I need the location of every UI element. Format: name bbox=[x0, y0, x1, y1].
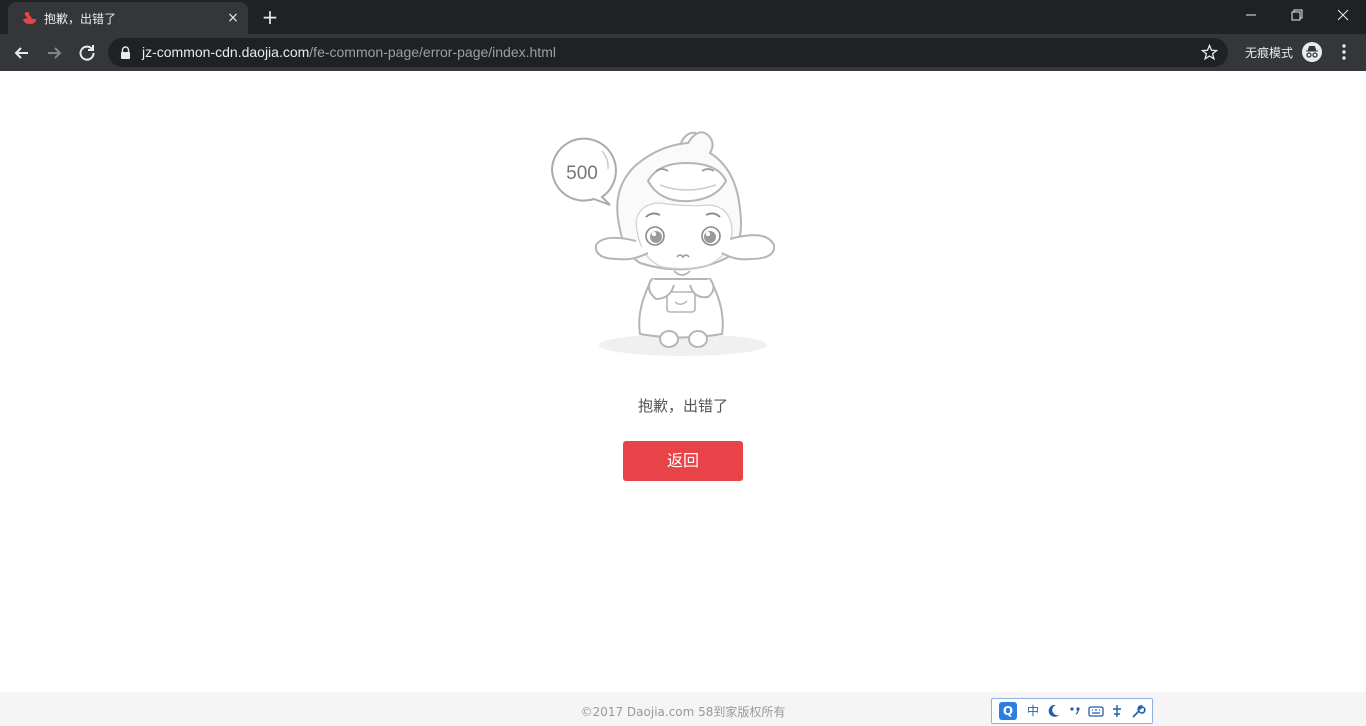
browser-toolbar: jz-common-cdn.daojia.com/fe-common-page/… bbox=[0, 34, 1366, 71]
error-code-text: 500 bbox=[566, 163, 598, 184]
more-menu-icon[interactable] bbox=[1334, 42, 1354, 62]
keyboard-icon[interactable] bbox=[1088, 702, 1104, 720]
new-tab-button[interactable]: + bbox=[259, 6, 281, 28]
wrench-icon[interactable] bbox=[1130, 702, 1146, 720]
page-content: 500 抱歉，出错了 返回 bbox=[0, 71, 1366, 692]
restore-window-icon[interactable] bbox=[1274, 0, 1320, 30]
address-bar[interactable]: jz-common-cdn.daojia.com/fe-common-page/… bbox=[108, 38, 1228, 67]
reload-icon[interactable] bbox=[74, 40, 100, 66]
ime-mode-toggle[interactable]: 中 bbox=[1025, 702, 1041, 720]
url-host: jz-common-cdn.daojia.com bbox=[142, 44, 310, 60]
back-button[interactable]: 返回 bbox=[623, 441, 743, 481]
back-arrow-icon[interactable] bbox=[9, 40, 35, 66]
error-mascot-illustration: 500 bbox=[550, 131, 776, 356]
copyright-text: ©2017 Daojia.com 58到家版权所有 bbox=[580, 705, 786, 719]
close-window-icon[interactable] bbox=[1320, 0, 1366, 30]
browser-tab[interactable]: 抱歉，出错了 × bbox=[8, 2, 248, 34]
incognito-icon[interactable] bbox=[1301, 41, 1323, 63]
error-message: 抱歉，出错了 bbox=[637, 397, 728, 415]
tab-title: 抱歉，出错了 bbox=[44, 12, 117, 26]
ime-toolbar: Q 中 bbox=[991, 698, 1153, 724]
url-path: /fe-common-page/error-page/index.html bbox=[309, 44, 556, 60]
browser-tab-strip: 抱歉，出错了 × + bbox=[0, 0, 1366, 34]
punctuation-icon[interactable] bbox=[1068, 702, 1082, 720]
lock-icon bbox=[121, 46, 130, 59]
minimize-window-icon[interactable] bbox=[1228, 0, 1274, 30]
ime-logo[interactable]: Q bbox=[999, 702, 1017, 720]
moon-icon[interactable] bbox=[1047, 702, 1061, 720]
duck-favicon-icon bbox=[23, 12, 36, 24]
tab-close-icon[interactable]: × bbox=[224, 9, 242, 27]
forward-arrow-icon[interactable] bbox=[41, 40, 67, 66]
tools-icon[interactable] bbox=[1110, 702, 1124, 720]
incognito-label[interactable]: 无痕模式 bbox=[1245, 44, 1293, 61]
page-footer: ©2017 Daojia.com 58到家版权所有 bbox=[0, 692, 1366, 726]
url-text: jz-common-cdn.daojia.com/fe-common-page/… bbox=[142, 44, 556, 60]
bookmark-star-icon[interactable] bbox=[1201, 44, 1218, 61]
